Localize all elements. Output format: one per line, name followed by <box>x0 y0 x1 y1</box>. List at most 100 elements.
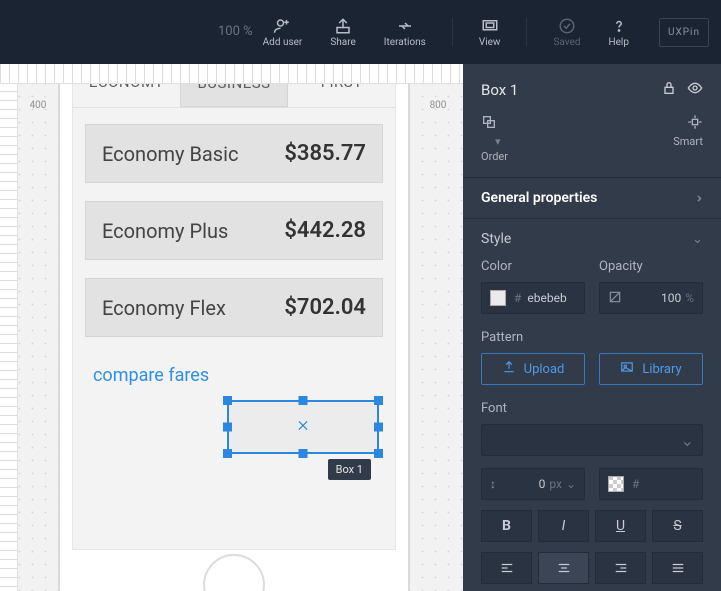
font-label: Font <box>481 401 703 416</box>
strike-toggle[interactable]: S <box>652 510 703 542</box>
zoom-level[interactable]: 100 % <box>218 24 253 39</box>
ruler-mark: 400 <box>30 100 47 111</box>
color-input[interactable]: # ebebeb <box>481 282 585 314</box>
saved-icon <box>558 17 576 35</box>
ruler-horizontal[interactable] <box>0 64 463 84</box>
fare-price: $385.77 <box>284 141 366 166</box>
add-user-button[interactable]: Add user <box>255 13 311 52</box>
bold-toggle[interactable]: B <box>481 510 532 542</box>
fare-price: $702.04 <box>284 295 366 320</box>
fare-name: Economy Flex <box>102 296 226 320</box>
toolbar-divider <box>526 18 527 46</box>
view-label: View <box>479 37 501 48</box>
view-button[interactable]: View <box>471 13 509 52</box>
iterations-button[interactable]: Iterations <box>376 13 434 52</box>
opacity-icon <box>608 290 622 307</box>
style-header[interactable]: Style ⌄ <box>481 231 703 247</box>
transparent-swatch[interactable] <box>608 476 624 492</box>
selection-overlay[interactable]: Box 1 <box>227 400 379 454</box>
opacity-label: Opacity <box>599 259 703 274</box>
font-size-unit: px <box>549 477 562 491</box>
share-button[interactable]: Share <box>322 13 363 52</box>
add-user-label: Add user <box>263 37 303 48</box>
selected-element-name: Box 1 <box>481 81 518 99</box>
hash-icon: # <box>632 477 639 491</box>
opacity-value: 100 <box>622 291 681 305</box>
align-center-toggle[interactable] <box>538 552 589 584</box>
color-label: Color <box>481 259 585 274</box>
chevron-down-icon: ⌄ <box>681 431 694 450</box>
style-title: Style <box>481 231 511 247</box>
opacity-input[interactable]: 100 % <box>599 282 703 314</box>
chevron-right-icon: ⌄ <box>690 193 705 204</box>
lock-icon[interactable] <box>661 80 677 100</box>
font-size-input[interactable]: ↕ 0 px ⌄ <box>481 468 585 500</box>
saved-indicator: Saved <box>545 13 588 52</box>
resize-handle[interactable] <box>299 449 308 458</box>
canvas[interactable]: 400 500 600 700 800 ECONOMY BUSINESS FIR… <box>0 64 463 591</box>
smart-icon <box>687 114 703 133</box>
style-section: Style ⌄ Color # ebebeb Opacity 100 % <box>463 219 721 591</box>
upload-label: Upload <box>524 362 565 377</box>
font-color-input[interactable]: # <box>599 468 703 500</box>
library-button[interactable]: Library <box>599 353 703 385</box>
align-justify-toggle[interactable] <box>652 552 703 584</box>
resize-handle[interactable] <box>374 449 383 458</box>
fare-name: Economy Basic <box>102 142 238 166</box>
compare-fares-link[interactable]: compare fares <box>85 355 383 396</box>
smart-label: Smart <box>673 135 703 148</box>
properties-panel: Box 1 ▾ Order Smart General properties ⌄… <box>463 64 721 591</box>
fare-name: Economy Plus <box>102 219 228 243</box>
align-left-toggle[interactable] <box>481 552 532 584</box>
resize-handle[interactable] <box>223 423 232 432</box>
selection-tooltip: Box 1 <box>328 459 371 480</box>
toolbar-divider <box>452 18 453 46</box>
help-icon <box>610 17 628 35</box>
resize-handle[interactable] <box>223 449 232 458</box>
underline-toggle[interactable]: U <box>595 510 646 542</box>
resize-handle[interactable] <box>223 396 232 405</box>
resize-handle[interactable] <box>374 396 383 405</box>
fare-row[interactable]: Economy Flex $702.04 <box>85 278 383 337</box>
selected-element[interactable] <box>227 400 379 454</box>
hash-icon: # <box>514 291 521 305</box>
iterations-label: Iterations <box>384 37 426 48</box>
help-button[interactable]: Help <box>600 13 636 52</box>
general-section[interactable]: General properties ⌄ <box>463 178 721 219</box>
fare-list: Economy Basic $385.77 Economy Plus $442.… <box>73 108 395 412</box>
color-swatch[interactable] <box>490 290 506 306</box>
resize-handle[interactable] <box>299 396 308 405</box>
general-title: General properties <box>481 190 597 206</box>
share-icon <box>334 17 352 35</box>
order-label: Order <box>481 150 508 163</box>
chevron-down-icon[interactable]: ⌄ <box>566 477 576 491</box>
fare-row[interactable]: Economy Basic $385.77 <box>85 124 383 183</box>
order-icon <box>481 114 497 133</box>
view-icon <box>481 17 499 35</box>
order-button[interactable]: ▾ Order <box>481 114 508 163</box>
font-family-select[interactable]: ⌄ <box>481 424 703 456</box>
library-icon <box>620 360 634 378</box>
fare-price: $442.28 <box>284 218 366 243</box>
color-value: ebebeb <box>527 291 566 305</box>
opacity-unit: % <box>685 291 694 305</box>
library-label: Library <box>642 362 681 377</box>
help-label: Help <box>608 37 628 48</box>
share-label: Share <box>330 37 355 48</box>
pattern-label: Pattern <box>481 330 703 345</box>
italic-toggle[interactable]: I <box>538 510 589 542</box>
phone-mockup[interactable]: ECONOMY BUSINESS FIRST Economy Basic $38… <box>58 64 410 591</box>
ruler-vertical[interactable] <box>0 64 18 591</box>
brand-logo[interactable]: UXPin <box>659 18 709 47</box>
visibility-icon[interactable] <box>687 80 703 100</box>
fare-row[interactable]: Economy Plus $442.28 <box>85 201 383 260</box>
iterations-icon <box>396 17 414 35</box>
close-icon[interactable] <box>296 418 310 437</box>
resize-handle[interactable] <box>374 423 383 432</box>
smart-button[interactable]: Smart <box>673 114 703 163</box>
font-size-value: 0 <box>496 477 545 491</box>
chevron-down-icon: ⌄ <box>692 232 703 247</box>
upload-button[interactable]: Upload <box>481 353 585 385</box>
align-right-toggle[interactable] <box>595 552 646 584</box>
upload-icon <box>502 360 516 378</box>
